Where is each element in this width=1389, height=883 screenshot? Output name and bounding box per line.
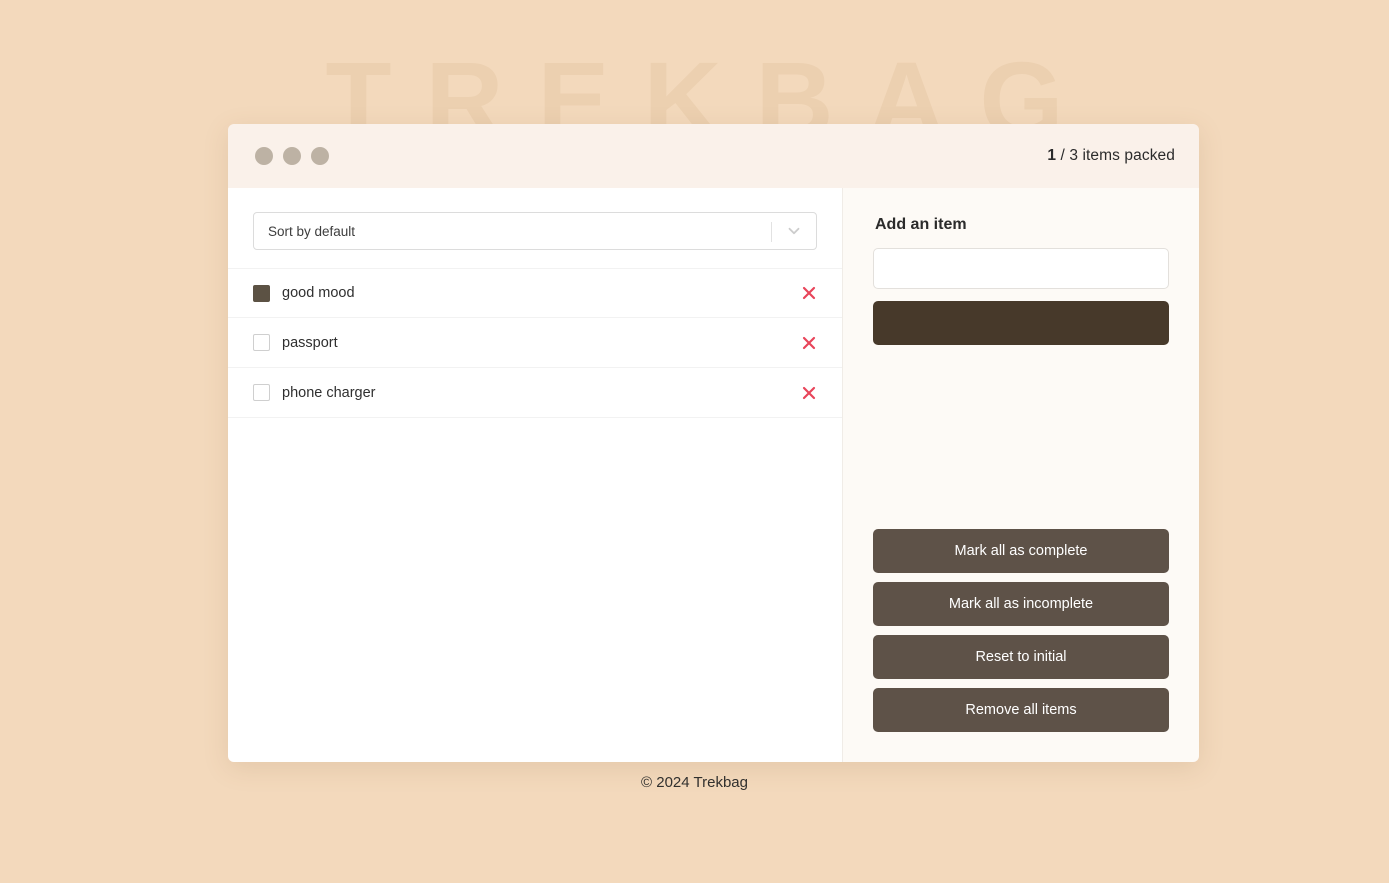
- close-icon: [802, 286, 816, 300]
- item-label: passport: [282, 334, 338, 351]
- table-row[interactable]: passport: [228, 318, 842, 368]
- delete-item-button[interactable]: [801, 385, 817, 401]
- item-label: phone charger: [282, 384, 376, 401]
- table-row[interactable]: phone charger: [228, 368, 842, 418]
- reset-to-initial-button[interactable]: Reset to initial: [873, 635, 1169, 679]
- sort-select-label: Sort by default: [268, 223, 356, 239]
- add-item-button[interactable]: [873, 301, 1169, 345]
- checkbox-good-mood[interactable]: [253, 284, 270, 302]
- item-label: good mood: [282, 285, 355, 301]
- app-header: 1 / 3 items packed: [228, 124, 1199, 188]
- item-toggle-2[interactable]: phone charger: [253, 384, 801, 401]
- app-card: 1 / 3 items packed Sort by default good …: [228, 124, 1199, 762]
- sort-separator: [771, 222, 772, 242]
- page-title: Add an item: [875, 216, 967, 233]
- item-toggle-0[interactable]: good mood: [253, 284, 801, 302]
- sort-select[interactable]: Sort by default: [253, 212, 817, 250]
- checkbox-passport[interactable]: [253, 334, 270, 351]
- logo-dot-1: [255, 147, 273, 165]
- packed-count: 1: [1047, 147, 1057, 164]
- sort-wrapper: Sort by default: [228, 188, 842, 250]
- checkbox-phone-charger[interactable]: [253, 384, 270, 401]
- mark-all-complete-button[interactable]: Mark all as complete: [873, 529, 1169, 573]
- table-row[interactable]: good mood: [228, 268, 842, 318]
- chevron-down-icon[interactable]: [785, 213, 803, 249]
- counter-suffix: / 3 items packed: [1060, 147, 1175, 164]
- footer-copyright: © 2024 Trekbag: [641, 774, 748, 791]
- logo-dots: [255, 147, 329, 165]
- delete-item-button[interactable]: [801, 335, 817, 351]
- items-packed-counter: 1 / 3 items packed: [1047, 147, 1175, 165]
- close-icon: [802, 336, 816, 349]
- logo-dot-2: [283, 147, 301, 165]
- delete-item-button[interactable]: [801, 285, 817, 301]
- mark-all-incomplete-button[interactable]: Mark all as incomplete: [873, 582, 1169, 626]
- item-list: good mood passport phone charger: [228, 268, 842, 418]
- close-icon: [802, 386, 816, 399]
- item-list-pane: Sort by default good mood passport phone…: [228, 188, 843, 762]
- item-toggle-1[interactable]: passport: [253, 334, 801, 351]
- sidebar: Add an item Mark all as complete Mark al…: [843, 188, 1199, 762]
- logo-dot-3: [311, 147, 329, 165]
- bulk-action-buttons: Mark all as complete Mark all as incompl…: [873, 529, 1169, 732]
- remove-all-items-button[interactable]: Remove all items: [873, 688, 1169, 732]
- add-item-input[interactable]: [873, 248, 1169, 289]
- card-body: Sort by default good mood passport phone…: [228, 188, 1199, 762]
